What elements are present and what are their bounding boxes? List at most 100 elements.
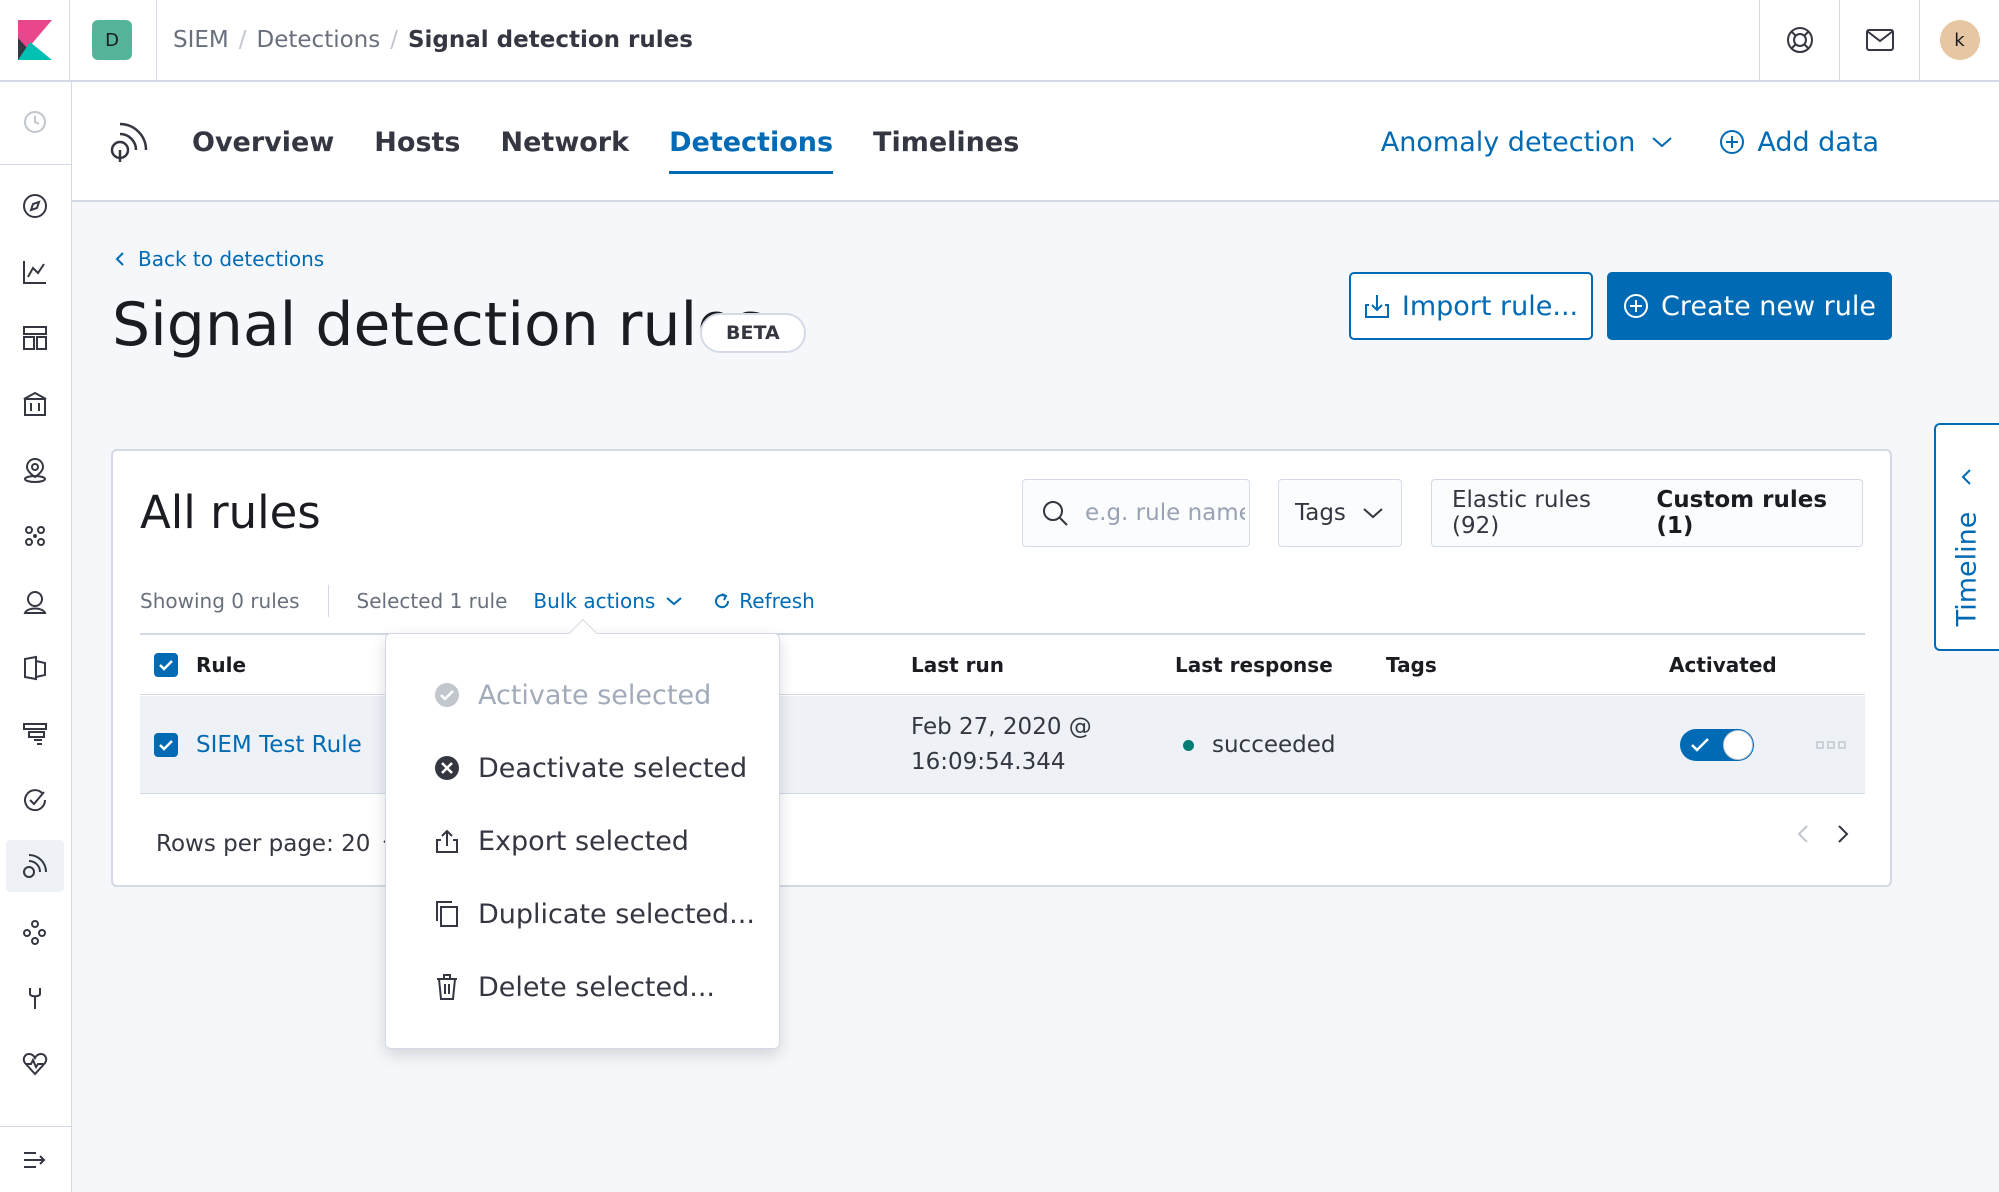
- utility-divider: [327, 585, 329, 617]
- nav-infrastructure[interactable]: [6, 576, 64, 628]
- nav-graph[interactable]: [6, 906, 64, 958]
- menu-collapse-icon: [24, 1152, 46, 1168]
- breadcrumb-detections[interactable]: Detections: [257, 27, 381, 53]
- boxes-horizontal-icon: [1816, 741, 1846, 749]
- plus-circle-icon: [1623, 294, 1648, 318]
- tags-filter-button[interactable]: Tags: [1278, 479, 1402, 547]
- nav-divider: [0, 1126, 72, 1127]
- back-link-label: Back to detections: [138, 247, 325, 271]
- chevron-down-icon: [1652, 137, 1672, 148]
- clock-icon: [24, 111, 46, 133]
- chevron-right-icon[interactable]: [1836, 823, 1850, 845]
- siem-app-nav: Overview Hosts Network Detections Timeli…: [72, 82, 1999, 202]
- breadcrumb-separator: /: [238, 27, 247, 53]
- dashboard-icon: [23, 326, 47, 350]
- menu-item-delete-selected[interactable]: Delete selected...: [386, 959, 781, 1015]
- nav-uptime[interactable]: [6, 774, 64, 826]
- chevron-left-icon: [1961, 469, 1971, 485]
- rule-search[interactable]: [1022, 479, 1250, 547]
- back-to-detections-link[interactable]: Back to detections: [114, 247, 324, 271]
- row-checkbox[interactable]: [154, 696, 178, 794]
- nav-apm[interactable]: [6, 708, 64, 760]
- chevron-left-icon: [115, 252, 124, 266]
- search-icon: [1043, 501, 1068, 526]
- refresh-button[interactable]: Refresh: [713, 589, 815, 613]
- column-activated[interactable]: Activated: [1669, 635, 1777, 695]
- rows-per-page-button[interactable]: Rows per page: 20: [156, 831, 400, 857]
- toggle-knob: [1723, 730, 1753, 760]
- checkbox-checked: [154, 653, 178, 677]
- breadcrumb-current: Signal detection rules: [407, 27, 693, 53]
- breadcrumb-separator: /: [390, 27, 398, 53]
- help-lifebuoy-icon: [1786, 27, 1813, 53]
- menu-item-export-selected[interactable]: Export selected: [386, 813, 781, 869]
- menu-item-duplicate-selected[interactable]: Duplicate selected...: [386, 886, 781, 942]
- menu-item-label: Deactivate selected: [478, 752, 748, 784]
- check-icon: [1691, 738, 1709, 752]
- column-rule[interactable]: Rule: [196, 635, 246, 695]
- nav-canvas[interactable]: [6, 378, 64, 430]
- tab-detections[interactable]: Detections: [669, 82, 833, 202]
- panel-title: All rules: [140, 486, 321, 539]
- nav-logs[interactable]: [6, 642, 64, 694]
- tab-timelines[interactable]: Timelines: [873, 82, 1019, 202]
- siem-app-logo[interactable]: [108, 118, 152, 162]
- menu-item-activate-selected[interactable]: Activate selected: [386, 667, 781, 723]
- export-icon: [434, 828, 460, 854]
- logs-icon: [24, 655, 46, 681]
- import-rule-button[interactable]: Import rule...: [1349, 272, 1593, 340]
- top-header: D SIEM / Detections / Signal detection r…: [0, 0, 1999, 82]
- chart-icon: [23, 261, 46, 284]
- chevron-left-icon[interactable]: [1796, 823, 1810, 845]
- row-actions-button[interactable]: [1816, 696, 1846, 794]
- breadcrumb-siem[interactable]: SIEM: [173, 27, 229, 53]
- create-new-rule-button[interactable]: Create new rule: [1607, 272, 1892, 340]
- anomaly-detection-label: Anomaly detection: [1380, 126, 1636, 158]
- nav-siem[interactable]: [6, 840, 64, 892]
- all-rules-panel: All rules Tags Elastic rules (92) Custom…: [111, 449, 1892, 887]
- space-avatar[interactable]: D: [92, 20, 132, 60]
- import-rule-label: Import rule...: [1401, 290, 1579, 322]
- custom-rules-filter[interactable]: Custom rules (1): [1636, 487, 1862, 539]
- timeline-flyout-button[interactable]: Timeline: [1934, 423, 1999, 651]
- nav-dev-tools[interactable]: [6, 972, 64, 1024]
- tab-network[interactable]: Network: [501, 82, 630, 202]
- elastic-rules-filter[interactable]: Elastic rules (92): [1432, 487, 1636, 539]
- nav-monitoring[interactable]: [6, 1038, 64, 1090]
- create-new-rule-label: Create new rule: [1660, 290, 1876, 322]
- bulk-actions-button[interactable]: Bulk actions: [533, 589, 683, 613]
- rows-per-page-label: Rows per page: 20: [156, 831, 371, 857]
- nav-discover[interactable]: [6, 180, 64, 232]
- check-icon: [159, 660, 173, 671]
- check-circle-icon: [434, 682, 460, 708]
- tab-hosts[interactable]: Hosts: [374, 82, 460, 202]
- nav-maps[interactable]: [6, 444, 64, 496]
- tab-overview[interactable]: Overview: [192, 82, 334, 202]
- nav-recent[interactable]: [6, 96, 64, 148]
- showing-count: Showing 0 rules: [140, 589, 300, 613]
- user-menu[interactable]: k: [1919, 0, 1999, 80]
- activated-toggle[interactable]: [1680, 696, 1754, 794]
- kibana-logo[interactable]: [0, 0, 70, 80]
- column-last-run[interactable]: Last run: [911, 635, 1004, 695]
- add-data-button[interactable]: Add data: [1719, 127, 1879, 158]
- machine-learning-icon: [25, 526, 45, 546]
- column-last-response[interactable]: Last response: [1175, 635, 1333, 695]
- tags-filter-label: Tags: [1295, 500, 1346, 526]
- rule-name-link[interactable]: SIEM Test Rule: [196, 696, 362, 794]
- newsfeed-button[interactable]: [1839, 0, 1919, 80]
- app-nav-actions: Anomaly detection Add data: [1335, 82, 1879, 202]
- nav-ml[interactable]: [6, 510, 64, 562]
- siem-logo-icon: [110, 122, 148, 162]
- nav-visualize[interactable]: [6, 246, 64, 298]
- help-button[interactable]: [1759, 0, 1839, 80]
- avatar: k: [1939, 20, 1980, 60]
- pagination-controls: [1796, 823, 1850, 845]
- nav-collapse[interactable]: [6, 1134, 64, 1186]
- select-all-checkbox[interactable]: [154, 635, 178, 695]
- search-input[interactable]: [1085, 500, 1245, 526]
- anomaly-detection-button[interactable]: Anomaly detection: [1381, 127, 1674, 158]
- menu-item-deactivate-selected[interactable]: Deactivate selected: [386, 740, 781, 796]
- nav-dashboard[interactable]: [6, 312, 64, 364]
- siem-icon: [23, 854, 47, 878]
